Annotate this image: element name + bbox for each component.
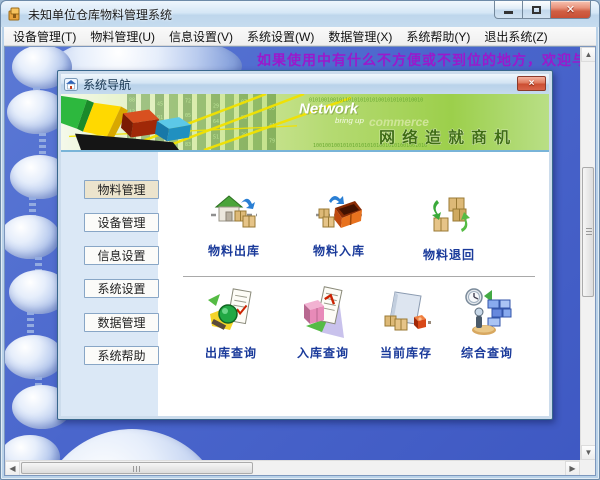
window-title: 未知单位仓库物料管理系统 [28,6,172,23]
sidebar-button-help[interactable]: 系统帮助 [84,346,159,365]
scroll-right-arrow[interactable]: ▶ [565,461,580,476]
vertical-scrollbar[interactable]: ▲ ▼ [580,47,595,460]
shortcut-label[interactable]: 当前库存 [361,344,451,361]
menu-bar: 设备管理(T) 物料管理(U) 信息设置(V) 系统设置(W) 数据管理(X) … [4,27,596,46]
sidebar-button-material[interactable]: 物料管理 [84,180,159,199]
material-inbound-icon [315,188,363,241]
svg-text:72: 72 [185,99,191,105]
svg-text:83: 83 [185,142,191,148]
nav-window-titlebar[interactable]: 系统导航 × [61,74,549,94]
menu-item-help[interactable]: 系统帮助(Y) [399,26,477,47]
menu-item-data[interactable]: 数据管理(X) [321,26,399,47]
close-icon: ✕ [566,3,575,16]
home-icon [64,78,78,91]
shortcut-material-inbound[interactable]: 物料入库 [294,188,384,259]
window-titlebar[interactable]: 未知单位仓库物料管理系统 ✕ [1,1,599,27]
nav-window-title: 系统导航 [83,76,131,93]
screen: 未知单位仓库物料管理系统 ✕ 设备管理(T) 物料管理(U) 信息设置(V) 系… [0,0,600,480]
outbound-query-icon [206,286,256,343]
sidebar-button-system-settings[interactable]: 系统设置 [84,279,159,298]
svg-text:51: 51 [213,134,219,140]
maximize-button[interactable] [523,1,550,19]
menu-item-equipment[interactable]: 设备管理(T) [6,26,83,47]
material-outbound-icon [210,188,258,241]
nav-close-button[interactable]: × [517,76,546,91]
minimize-icon [504,11,513,14]
main-window: 未知单位仓库物料管理系统 ✕ 设备管理(T) 物料管理(U) 信息设置(V) 系… [0,0,600,480]
comprehensive-query-icon [462,286,512,343]
shortcut-current-stock[interactable]: 当前库存 [361,290,451,361]
sidebar-button-data[interactable]: 数据管理 [84,313,159,332]
bubble-cord [39,133,46,157]
svg-text:79: 79 [269,138,275,144]
nav-sidebar: 物料管理 设备管理 信息设置 系统设置 数据管理 系统帮助 [61,152,158,416]
shortcut-label[interactable]: 出库查询 [186,344,276,361]
svg-text:29: 29 [213,104,219,110]
content-divider [183,276,535,277]
shortcut-label[interactable]: 物料退回 [404,246,494,263]
shortcut-label[interactable]: 物料出库 [189,242,279,259]
shortcut-inbound-query[interactable]: 入库查询 [278,286,368,361]
bubble-cord [29,197,36,217]
bubble-cord [27,312,34,336]
svg-text:88: 88 [129,98,135,104]
menu-item-material[interactable]: 物料管理(U) [83,26,162,47]
thumb-grip [133,466,141,472]
shortcut-label[interactable]: 综合查询 [442,344,532,361]
shortcut-material-return[interactable]: 物料退回 [404,192,494,263]
app-icon [8,7,23,22]
banner-slogan-cn: 网络造就商机 [379,128,517,147]
shortcut-label[interactable]: 物料入库 [294,242,384,259]
system-nav-window: 系统导航 × [57,70,553,420]
banner-image: 88136702 459138 72051683 296451 079328 5… [61,94,549,152]
current-stock-icon [381,290,431,343]
horizontal-scrollbar-thumb[interactable] [21,462,253,474]
menu-item-system-settings[interactable]: 系统设置(W) [240,26,321,47]
nav-close-icon: × [529,78,535,89]
sidebar-button-info-settings[interactable]: 信息设置 [84,246,159,265]
scroll-down-arrow[interactable]: ▼ [581,445,596,460]
svg-text:45: 45 [157,102,163,108]
svg-text:05: 05 [185,113,191,119]
shortcut-comprehensive-query[interactable]: 综合查询 [442,286,532,361]
minimize-button[interactable] [494,1,523,19]
banner-bringup-text: bring up [335,116,365,125]
menu-item-exit[interactable]: 退出系统(Z) [477,26,554,47]
shortcut-material-outbound[interactable]: 物料出库 [189,188,279,259]
bubble-decoration [4,335,64,379]
bubble-decoration [4,215,60,259]
maximize-icon [532,6,541,14]
svg-text:64: 64 [213,119,219,125]
close-button[interactable]: ✕ [550,1,591,19]
thumb-grip [586,228,592,236]
marquee-text: 如果使用中有什么不方便或不到位的地方，欢迎与我们联系反馈。技术支持电话：13 [257,50,596,70]
shortcut-outbound-query[interactable]: 出库查询 [186,286,276,361]
caption-buttons: ✕ [494,1,591,19]
shortcut-label[interactable]: 入库查询 [278,344,368,361]
banner-commerce-text: commerce [369,116,429,129]
scroll-up-arrow[interactable]: ▲ [581,47,596,62]
inbound-query-icon [298,286,348,343]
nav-content: 物料管理 设备管理 信息设置 系统设置 数据管理 系统帮助 [61,152,549,416]
banner-network-text: Network [299,102,359,118]
vertical-scrollbar-thumb[interactable] [582,167,594,297]
mdi-client-area: 如果使用中有什么不方便或不到位的地方，欢迎与我们联系反馈。技术支持电话：13 系… [4,46,596,476]
scrollbar-corner [580,460,595,475]
sidebar-button-equipment[interactable]: 设备管理 [84,213,159,232]
material-return-icon [425,192,473,245]
menu-item-info-settings[interactable]: 信息设置(V) [162,26,240,47]
scroll-left-arrow[interactable]: ◀ [5,461,20,476]
horizontal-scrollbar[interactable]: ◀ ▶ [5,460,580,475]
